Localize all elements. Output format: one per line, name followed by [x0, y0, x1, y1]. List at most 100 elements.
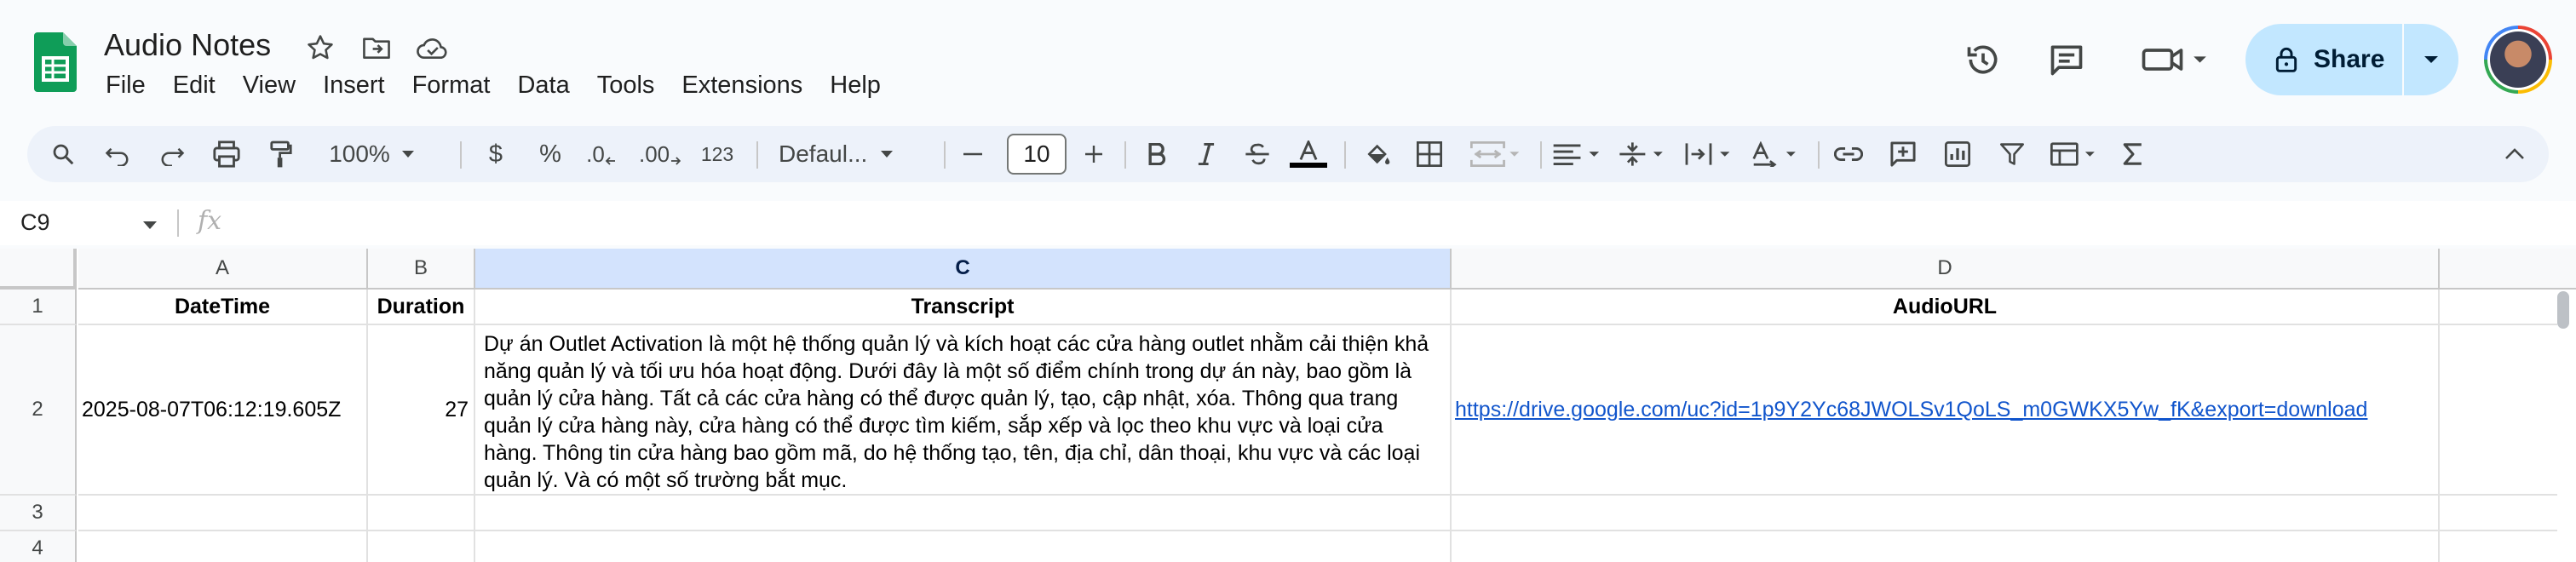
column-header-c[interactable]: C: [475, 249, 1452, 290]
comments-icon[interactable]: [2043, 36, 2090, 83]
chevron-down-icon: [2424, 56, 2438, 63]
insert-chart-icon[interactable]: [1939, 126, 1976, 182]
functions-icon[interactable]: [2114, 126, 2152, 182]
header-cell-transcript[interactable]: Transcript: [475, 290, 1450, 324]
menu-format[interactable]: Format: [399, 70, 504, 101]
name-box[interactable]: C9: [20, 209, 50, 236]
row-header-2[interactable]: 2: [0, 325, 77, 496]
arrow-left-icon: [605, 157, 615, 165]
lock-icon: [2275, 47, 2297, 72]
chevron-down-icon: [143, 221, 157, 229]
text-rotation-icon[interactable]: [1748, 126, 1806, 182]
star-icon[interactable]: [303, 31, 337, 65]
move-folder-icon[interactable]: [359, 31, 394, 65]
decrease-decimal-button[interactable]: .0: [583, 126, 620, 182]
row-header-3[interactable]: 3: [0, 496, 77, 531]
zoom-value: 100%: [329, 140, 390, 167]
header-cell-audiourl[interactable]: AudioURL: [1452, 290, 2438, 324]
cloud-saved-icon[interactable]: [416, 31, 450, 65]
menu-data[interactable]: Data: [503, 70, 583, 101]
title-actions: [303, 31, 450, 65]
header-cell-duration[interactable]: Duration: [368, 290, 474, 324]
chevron-down-icon: [401, 151, 414, 158]
bold-icon[interactable]: [1140, 126, 1174, 182]
search-menus-icon[interactable]: [46, 126, 80, 182]
formula-input[interactable]: [239, 208, 2539, 238]
plus-icon: [1085, 146, 1102, 163]
text-color-swatch: [1290, 163, 1327, 168]
menu-edit[interactable]: Edit: [159, 70, 229, 101]
decrease-decimal-label: .0: [586, 140, 605, 167]
vertical-scrollbar[interactable]: [2557, 291, 2569, 329]
menu-tools[interactable]: Tools: [584, 70, 669, 101]
cell-audiourl[interactable]: https://drive.google.com/uc?id=1p9Y2Yc68…: [1455, 325, 2438, 494]
font-family-value: Defaul...: [779, 140, 868, 167]
filter-views-icon[interactable]: [2046, 126, 2106, 182]
formula-bar: C9 fx: [0, 201, 2576, 245]
filter-icon[interactable]: [1993, 126, 2031, 182]
share-dropdown-button[interactable]: [2404, 24, 2458, 95]
insert-comment-icon[interactable]: [1884, 126, 1922, 182]
text-wrapping-icon[interactable]: [1682, 126, 1739, 182]
share-label: Share: [2314, 45, 2385, 73]
undo-icon[interactable]: [101, 126, 135, 182]
audio-url-link[interactable]: https://drive.google.com/uc?id=1p9Y2Yc68…: [1455, 398, 2367, 422]
name-box-dropdown[interactable]: [143, 218, 157, 233]
decrease-font-size-button[interactable]: [956, 126, 990, 182]
app-header: Audio Notes File Edit View Insert Format…: [0, 0, 2576, 128]
row-header-1[interactable]: 1: [0, 290, 77, 325]
zoom-select[interactable]: 100%: [320, 126, 423, 182]
font-size-input[interactable]: 10: [1007, 134, 1067, 175]
print-icon[interactable]: [208, 126, 245, 182]
paint-format-icon[interactable]: [264, 126, 298, 182]
avatar-image: [2490, 32, 2546, 88]
column-header-a[interactable]: A: [78, 249, 368, 290]
merge-cells-icon[interactable]: [1465, 126, 1527, 182]
fx-icon: fx: [198, 206, 222, 236]
minus-icon: [963, 152, 982, 156]
sheets-logo-icon[interactable]: [34, 32, 77, 92]
redo-icon[interactable]: [155, 126, 189, 182]
collapse-toolbar-icon[interactable]: [2496, 126, 2533, 182]
document-title[interactable]: Audio Notes: [104, 27, 271, 63]
text-color-icon[interactable]: [1290, 126, 1327, 182]
horizontal-align-icon[interactable]: [1550, 126, 1608, 182]
column-header-empty: [2440, 249, 2576, 290]
share-button-group: Share: [2245, 24, 2458, 95]
row-header-4[interactable]: 4: [0, 531, 77, 562]
insert-link-icon[interactable]: [1830, 126, 1867, 182]
menu-bar: File Edit View Insert Format Data Tools …: [104, 70, 894, 101]
strikethrough-icon[interactable]: [1240, 126, 1274, 182]
version-history-icon[interactable]: [1959, 36, 2007, 83]
currency-format-button[interactable]: $: [479, 126, 513, 182]
percent-format-button[interactable]: %: [533, 126, 567, 182]
meet-icon[interactable]: [2138, 36, 2215, 83]
menu-help[interactable]: Help: [816, 70, 894, 101]
header-cell-datetime[interactable]: DateTime: [78, 290, 366, 324]
increase-decimal-button[interactable]: .00: [639, 126, 681, 182]
increase-font-size-button[interactable]: [1077, 126, 1111, 182]
select-all-corner[interactable]: [0, 249, 77, 290]
column-header-b[interactable]: B: [368, 249, 475, 290]
share-button[interactable]: Share: [2245, 24, 2402, 95]
chevron-down-icon: [881, 151, 894, 158]
menu-extensions[interactable]: Extensions: [668, 70, 816, 101]
menu-insert[interactable]: Insert: [309, 70, 399, 101]
menu-file[interactable]: File: [104, 70, 159, 101]
cell-transcript[interactable]: Dự án Outlet Activation là một hệ thống …: [475, 325, 1450, 494]
italic-icon[interactable]: [1189, 126, 1223, 182]
increase-decimal-label: .00: [639, 140, 670, 167]
column-header-d[interactable]: D: [1452, 249, 2440, 290]
spreadsheet-grid: A B C D 1 2 3 4 DateTime Duration Transc…: [0, 249, 2576, 562]
vertical-align-icon[interactable]: [1615, 126, 1673, 182]
avatar[interactable]: [2484, 26, 2552, 94]
arrow-right-icon: [671, 157, 681, 165]
fill-color-icon[interactable]: [1360, 126, 1397, 182]
more-formats-button[interactable]: 123: [692, 126, 743, 182]
toolbar: 100% $ % .0 .00 123 Defaul... 10: [27, 126, 2549, 182]
menu-view[interactable]: View: [229, 70, 309, 101]
borders-icon[interactable]: [1411, 126, 1448, 182]
cell-datetime[interactable]: 2025-08-07T06:12:19.605Z: [82, 325, 366, 494]
cell-duration[interactable]: 27: [368, 325, 474, 494]
font-family-select[interactable]: Defaul...: [770, 126, 932, 182]
